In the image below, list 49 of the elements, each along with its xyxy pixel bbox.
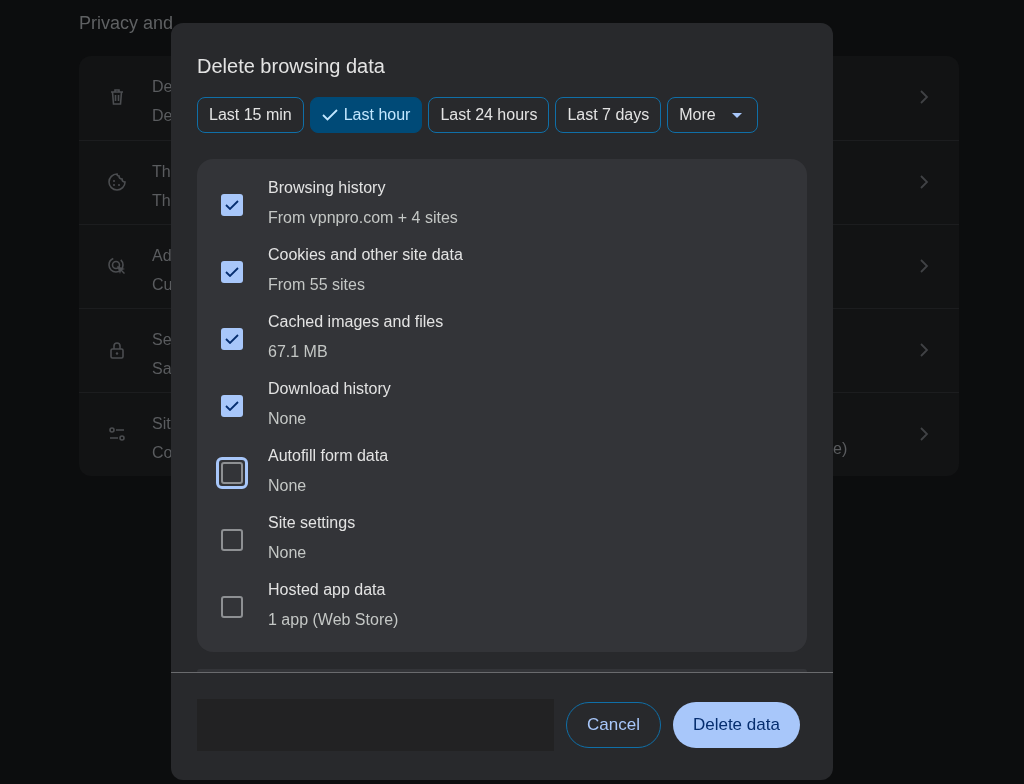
cookie-icon (107, 172, 127, 192)
checkbox[interactable] (221, 394, 243, 417)
checkbox[interactable] (221, 193, 243, 216)
row-subtitle: Co (152, 443, 173, 463)
delete-button[interactable]: Delete data (672, 702, 800, 748)
filter-chip[interactable]: Last hour (309, 97, 423, 133)
filter-chip[interactable]: Last 7 days (555, 97, 662, 133)
option-detail: 67.1 MB (268, 341, 329, 362)
row-subtitle: Sa (152, 359, 172, 379)
option-label: Site settings (268, 512, 356, 533)
lock-icon (107, 340, 127, 360)
filter-chip[interactable]: Last 15 min (197, 97, 304, 133)
checkmark-icon (225, 199, 239, 210)
option-detail: None (268, 408, 308, 429)
row-subtitle: Th (152, 191, 171, 211)
dropdown-chip[interactable]: More (667, 97, 758, 133)
checkmark-icon (225, 266, 239, 277)
row-title: Th (152, 162, 171, 182)
option-label: Download history (268, 378, 391, 399)
option-detail: None (268, 542, 308, 563)
sliders-icon (107, 424, 127, 444)
option-detail: From vpnpro.com + 4 sites (268, 207, 458, 228)
option-detail: None (268, 475, 308, 496)
checkmark-icon (321, 109, 338, 121)
row-title: Se (152, 330, 172, 350)
checkmark-icon (225, 333, 239, 344)
checkbox[interactable] (221, 528, 243, 551)
filter-chip[interactable]: Last 24 hours (428, 97, 550, 133)
option-label: Browsing history (268, 177, 387, 198)
target-icon (107, 256, 127, 276)
row-subtitle: De (152, 106, 173, 126)
option-label: Cached images and files (268, 311, 444, 332)
dialog-title: Delete browsing data (197, 54, 386, 79)
checkbox[interactable] (221, 260, 243, 283)
option-detail: From 55 sites (268, 274, 366, 295)
row-text: e) (833, 439, 848, 459)
checkbox[interactable] (221, 595, 243, 618)
row-title: De (152, 77, 173, 97)
row-title: Sit (152, 414, 172, 434)
option-detail: 1 app (Web Store) (268, 609, 399, 630)
row-subtitle: Cu (152, 275, 173, 295)
option-label: Hosted app data (268, 579, 387, 600)
section-title: Privacy and (79, 13, 174, 33)
option-label: Cookies and other site data (268, 244, 463, 265)
checkmark-icon (225, 400, 239, 411)
row-title: Ad (152, 246, 173, 266)
caret-down-icon (731, 112, 742, 118)
checkbox[interactable] (221, 327, 243, 350)
option-label: Autofill form data (268, 445, 389, 466)
